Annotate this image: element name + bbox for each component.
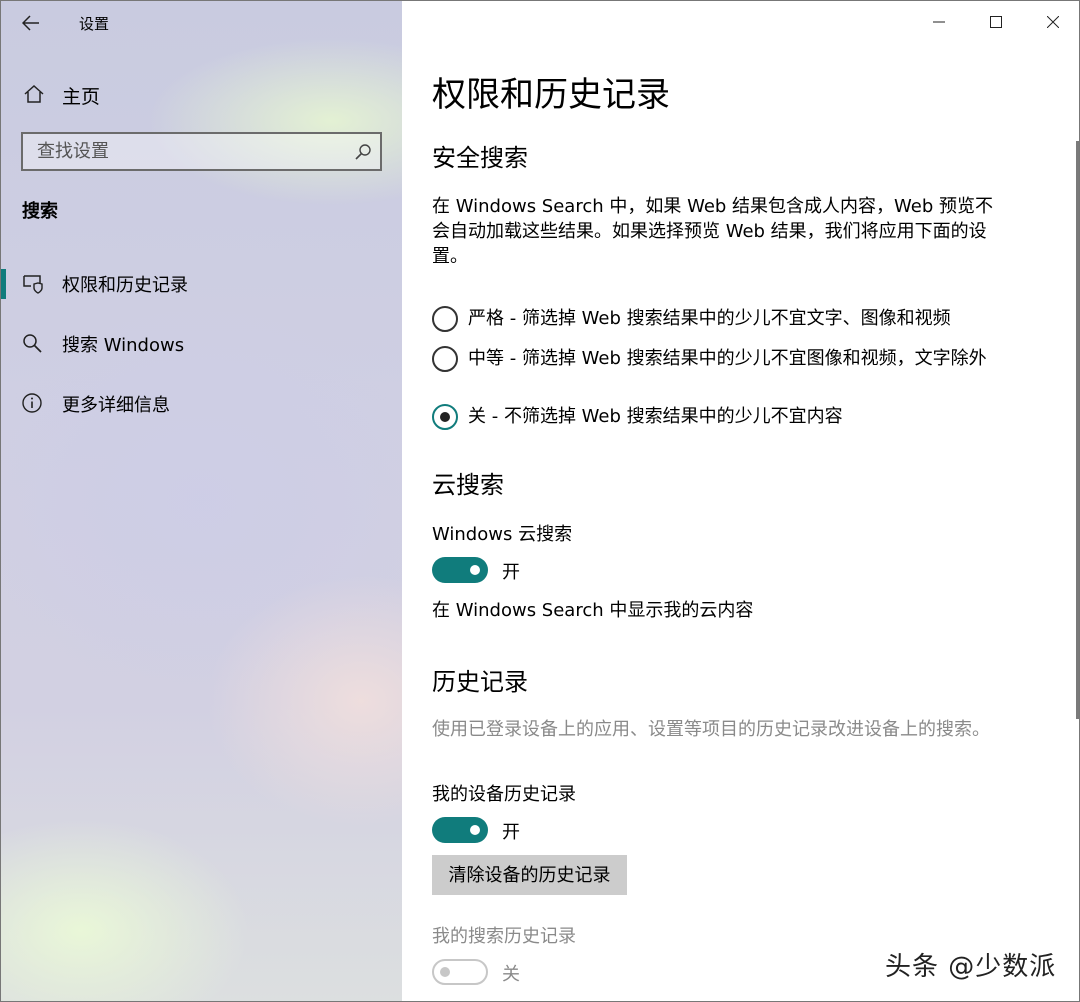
sidebar-item-more-details[interactable]: 更多详细信息 (1, 381, 402, 425)
safe-search-option-off[interactable]: 关 - 不筛选掉 Web 搜索结果中的少儿不宜内容 (432, 404, 1002, 430)
sidebar-item-label: 更多详细信息 (62, 395, 170, 416)
sidebar: 设置 主页 搜索 权限和历史记录 (1, 1, 402, 1001)
back-arrow-icon (22, 15, 39, 31)
search-history-toggle[interactable] (432, 959, 488, 985)
search-history-label: 我的搜索历史记录 (432, 926, 576, 947)
window-controls (910, 1, 1079, 43)
toggle-knob (470, 565, 480, 575)
selection-indicator (1, 269, 6, 299)
sidebar-item-permissions-history[interactable]: 权限和历史记录 (1, 261, 402, 305)
radio-label: 中等 - 筛选掉 Web 搜索结果中的少儿不宜图像和视频，文字除外 (468, 348, 987, 369)
maximize-icon (989, 16, 1002, 28)
radio-label: 关 - 不筛选掉 Web 搜索结果中的少儿不宜内容 (468, 406, 843, 427)
search-icon (23, 334, 42, 353)
clear-device-history-button[interactable]: 清除设备的历史记录 (432, 855, 627, 895)
radio-button[interactable] (432, 346, 458, 372)
cloud-search-toggle-state: 开 (502, 562, 520, 583)
sidebar-item-home[interactable]: 主页 (1, 73, 402, 113)
safe-search-option-moderate[interactable]: 中等 - 筛选掉 Web 搜索结果中的少儿不宜图像和视频，文字除外 (432, 346, 1002, 396)
history-description: 使用已登录设备上的应用、设置等项目的历史记录改进设备上的搜索。 (432, 719, 990, 740)
settings-window: 设置 主页 搜索 权限和历史记录 (0, 0, 1080, 1002)
page-title: 权限和历史记录 (432, 75, 670, 115)
sidebar-item-label: 搜索 Windows (62, 335, 185, 356)
radio-button-checked[interactable] (432, 404, 458, 430)
toggle-knob (470, 825, 480, 835)
search-history-toggle-state: 关 (502, 964, 520, 985)
cloud-search-toggle-label: Windows 云搜索 (432, 524, 573, 545)
history-heading: 历史记录 (432, 668, 528, 696)
radio-label: 严格 - 筛选掉 Web 搜索结果中的少儿不宜文字、图像和视频 (468, 308, 951, 329)
safe-search-option-strict[interactable]: 严格 - 筛选掉 Web 搜索结果中的少儿不宜文字、图像和视频 (432, 306, 1002, 332)
safe-search-heading: 安全搜索 (432, 144, 528, 172)
app-title: 设置 (79, 14, 110, 33)
cloud-search-toggle[interactable] (432, 557, 488, 583)
permissions-shield-icon (23, 275, 43, 294)
sidebar-item-label: 主页 (62, 86, 101, 108)
close-button[interactable] (1024, 1, 1079, 43)
sidebar-item-search-windows[interactable]: 搜索 Windows (1, 321, 402, 365)
title-bar: 设置 (1, 1, 402, 45)
search-box[interactable] (21, 132, 382, 171)
radio-button[interactable] (432, 306, 458, 332)
minimize-button[interactable] (910, 1, 967, 43)
search-input[interactable] (23, 134, 380, 169)
safe-search-description: 在 Windows Search 中，如果 Web 结果包含成人内容，Web 预… (432, 196, 994, 267)
info-icon (22, 393, 42, 413)
watermark: 头条 @少数派 (885, 952, 1057, 982)
main-content: 权限和历史记录 安全搜索 在 Windows Search 中，如果 Web 结… (402, 1, 1079, 1001)
home-icon (24, 84, 44, 103)
close-icon (1046, 16, 1059, 28)
toggle-knob (440, 967, 450, 977)
sidebar-item-label: 权限和历史记录 (62, 275, 188, 296)
minimize-icon (932, 21, 945, 23)
back-button[interactable] (1, 1, 61, 45)
device-history-toggle[interactable] (432, 817, 488, 843)
cloud-search-note: 在 Windows Search 中显示我的云内容 (432, 600, 754, 621)
scrollbar[interactable] (1076, 141, 1079, 719)
sidebar-section-label: 搜索 (22, 201, 58, 222)
cloud-search-heading: 云搜索 (432, 471, 504, 499)
maximize-button[interactable] (967, 1, 1024, 43)
device-history-toggle-state: 开 (502, 822, 520, 843)
search-icon (355, 144, 371, 160)
device-history-label: 我的设备历史记录 (432, 784, 576, 805)
